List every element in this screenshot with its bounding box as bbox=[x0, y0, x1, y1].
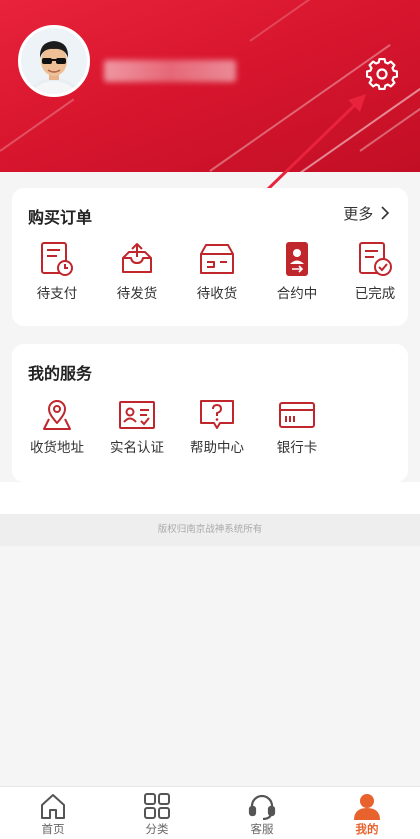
service-item-label: 收货地址 bbox=[30, 440, 84, 456]
service-item-label: 银行卡 bbox=[276, 440, 318, 456]
order-item-pending-payment[interactable]: 待支付 bbox=[22, 240, 92, 302]
orders-card: 购买订单 更多 待支付 待发货 待收货 合约中 已完成 bbox=[12, 188, 408, 326]
service-item-label: 实名认证 bbox=[110, 440, 164, 456]
username-obscured bbox=[104, 60, 236, 82]
service-item-label: 帮助中心 bbox=[190, 440, 244, 456]
order-item-label: 合约中 bbox=[276, 286, 318, 302]
bottom-tab-bar: 首页 分类 客服 我的 bbox=[0, 786, 420, 839]
service-item-address[interactable]: 收货地址 bbox=[22, 398, 92, 456]
contract-icon bbox=[286, 242, 308, 276]
service-item-real-name[interactable]: 实名认证 bbox=[102, 398, 172, 456]
bank-card-icon bbox=[279, 402, 315, 428]
order-item-contract[interactable]: 合约中 bbox=[262, 240, 332, 302]
headset-icon bbox=[248, 794, 276, 820]
more-label: 更多 bbox=[343, 205, 374, 223]
service-item-bank-card[interactable]: 银行卡 bbox=[262, 398, 332, 456]
gear-icon bbox=[365, 57, 399, 91]
settings-button[interactable] bbox=[365, 57, 399, 91]
order-item-completed[interactable]: 已完成 bbox=[340, 240, 410, 302]
tab-label: 我的 bbox=[355, 822, 379, 836]
order-item-label: 待支付 bbox=[36, 286, 78, 302]
pending-receipt-icon bbox=[200, 244, 234, 274]
avatar[interactable] bbox=[18, 25, 90, 97]
order-item-label: 待收货 bbox=[196, 286, 238, 302]
order-item-pending-receipt[interactable]: 待收货 bbox=[182, 240, 252, 302]
services-title: 我的服务 bbox=[28, 364, 93, 383]
tab-label: 客服 bbox=[250, 822, 274, 836]
category-icon bbox=[144, 793, 170, 819]
tab-home[interactable]: 首页 bbox=[13, 787, 93, 839]
tab-category[interactable]: 分类 bbox=[117, 787, 197, 839]
avatar-icon bbox=[21, 28, 87, 94]
location-icon bbox=[43, 400, 71, 430]
more-orders-link[interactable]: 更多 bbox=[343, 203, 390, 224]
pending-shipment-icon bbox=[122, 243, 152, 273]
order-item-label: 已完成 bbox=[354, 286, 396, 302]
content-spacer bbox=[0, 482, 420, 514]
services-card: 我的服务 收货地址 实名认证 帮助中心 银行卡 bbox=[12, 344, 408, 482]
profile-header bbox=[0, 0, 420, 172]
home-icon bbox=[41, 794, 65, 819]
completed-icon bbox=[359, 242, 392, 276]
tab-label: 分类 bbox=[145, 822, 169, 836]
order-item-label: 待发货 bbox=[116, 286, 158, 302]
tab-profile[interactable]: 我的 bbox=[327, 787, 407, 839]
order-item-pending-shipment[interactable]: 待发货 bbox=[102, 240, 172, 302]
tab-customer-service[interactable]: 客服 bbox=[222, 787, 302, 839]
chevron-right-icon bbox=[381, 206, 390, 220]
tab-label: 首页 bbox=[41, 822, 65, 836]
id-card-icon bbox=[119, 401, 155, 429]
profile-icon bbox=[354, 794, 380, 820]
help-icon bbox=[200, 400, 234, 429]
service-item-help[interactable]: 帮助中心 bbox=[182, 398, 252, 456]
pending-payment-icon bbox=[41, 242, 73, 276]
copyright-text: 版权归南京战神系统所有 bbox=[0, 514, 420, 546]
orders-title: 购买订单 bbox=[28, 208, 93, 227]
